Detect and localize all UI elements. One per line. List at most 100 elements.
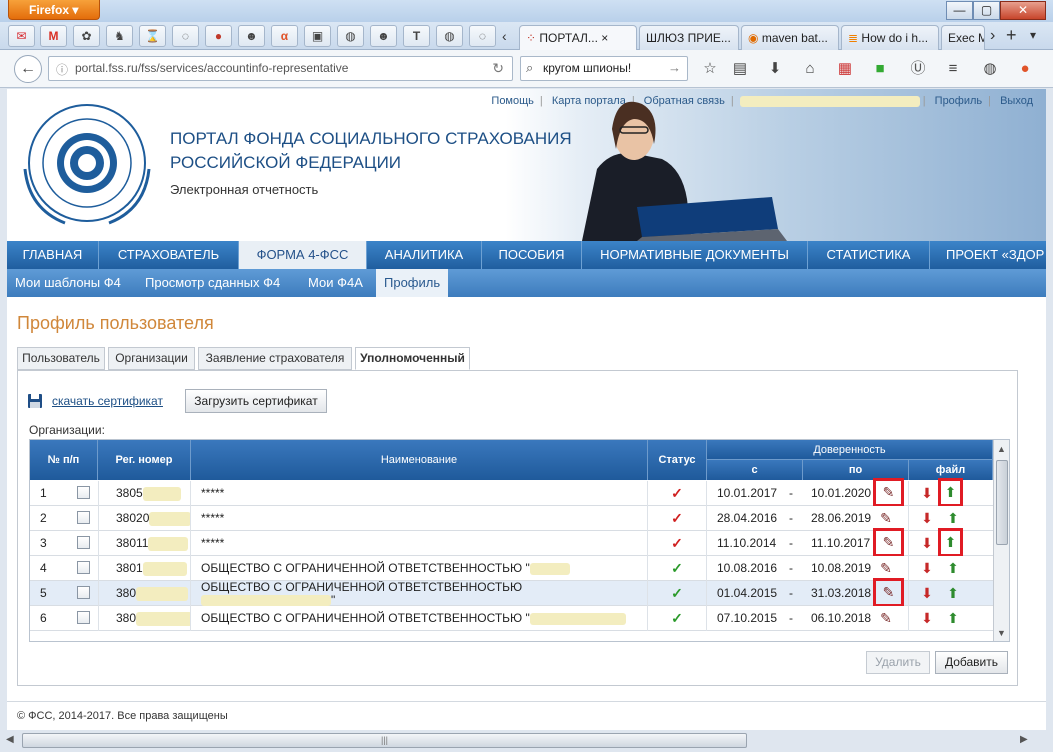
info-icon[interactable]: ⓘ — [56, 61, 68, 78]
search-input[interactable]: ⌕ кругом шпионы! → — [520, 56, 688, 81]
upload-file-icon[interactable]: ⬆ — [943, 609, 963, 628]
reload-icon[interactable]: ↻ — [492, 60, 504, 77]
tab-list-chevron-down-icon[interactable]: ▾ — [1030, 28, 1036, 42]
table-row[interactable]: 1 3805 ***** ✓ 10.01.2017 - 10.01.2020 ✎… — [30, 478, 993, 507]
bookmark-star-icon[interactable]: ☆ — [700, 60, 720, 78]
row-checkbox[interactable] — [77, 536, 90, 549]
nav-insurer[interactable]: СТРАХОВАТЕЛЬ — [99, 241, 239, 269]
nav-project-health[interactable]: ПРОЕКТ «ЗДОР — [930, 241, 1046, 269]
home-icon[interactable]: ⌂ — [800, 60, 820, 78]
subnav-view-submitted[interactable]: Просмотр сданных Ф4 — [137, 269, 288, 297]
scroll-right-icon[interactable]: ▶ — [1020, 734, 1028, 745]
download-file-icon[interactable]: ⬇ — [917, 534, 937, 553]
search-go-arrow-icon[interactable]: → — [668, 60, 681, 75]
downloads-arrow-icon[interactable]: ⬇ — [765, 60, 785, 78]
pinned-tab-chess-icon[interactable]: ♞ — [106, 25, 133, 47]
edit-proxy-icon[interactable]: ✎ — [876, 609, 896, 628]
download-file-icon[interactable]: ⬇ — [917, 584, 937, 603]
edit-proxy-icon[interactable]: ✎ — [876, 509, 896, 528]
page-horizontal-scrollbar[interactable]: ◀ ||| ▶ — [0, 730, 1053, 752]
download-file-icon[interactable]: ⬇ — [917, 509, 937, 528]
edit-proxy-icon[interactable]: ✎ — [873, 528, 904, 557]
floppy-save-icon[interactable] — [27, 393, 43, 409]
nav-form-4fss[interactable]: ФОРМА 4-ФСС — [239, 241, 367, 269]
pinned-tab-image-icon[interactable]: ▣ — [304, 25, 331, 47]
table-row[interactable]: 6 380 ОБЩЕСТВО С ОГРАНИЧЕННОЙ ОТВЕТСТВЕН… — [30, 606, 993, 631]
nav-main[interactable]: ГЛАВНАЯ — [7, 241, 99, 269]
upload-file-icon[interactable]: ⬆ — [938, 478, 963, 507]
tabs-scroll-right-icon[interactable]: › — [990, 27, 995, 45]
upload-file-icon[interactable]: ⬆ — [943, 509, 963, 528]
close-window-button[interactable]: ✕ — [1000, 1, 1046, 20]
addon-green-icon[interactable]: ■ — [870, 60, 890, 78]
scroll-down-icon[interactable]: ▼ — [997, 628, 1006, 638]
upload-file-icon[interactable]: ⬆ — [943, 559, 963, 578]
edit-proxy-icon[interactable]: ✎ — [873, 478, 904, 507]
table-row[interactable]: 3 38011 ***** ✓ 11.10.2014 - 11.10.2017 … — [30, 528, 993, 557]
tab-maven[interactable]: ◉ maven bat... — [741, 25, 839, 50]
row-checkbox[interactable] — [77, 511, 90, 524]
row-checkbox[interactable] — [77, 611, 90, 624]
upload-file-icon[interactable]: ⬆ — [938, 528, 963, 557]
pinned-tab-user-icon[interactable]: ☻ — [238, 25, 265, 47]
add-button[interactable]: Добавить — [935, 651, 1008, 674]
download-file-icon[interactable]: ⬇ — [917, 559, 937, 578]
addon-u-icon[interactable]: Ⓤ — [908, 60, 928, 78]
scroll-up-icon[interactable]: ▲ — [997, 444, 1006, 454]
delete-button[interactable]: Удалить — [866, 651, 930, 674]
pinned-tab-globe-icon[interactable]: ◍ — [337, 25, 364, 47]
tabs-scroll-left-icon[interactable]: ‹ — [502, 28, 516, 44]
pinned-tab-mail-icon[interactable]: ✉ — [8, 25, 35, 47]
pinned-tab-hourglass-icon[interactable]: ⌛ — [139, 25, 166, 47]
url-input[interactable]: ⓘ portal.fss.ru/fss/services/accountinfo… — [48, 56, 513, 81]
nav-benefits[interactable]: ПОСОБИЯ — [482, 241, 582, 269]
tab-user[interactable]: Пользователь — [17, 347, 105, 370]
duckduckgo-icon[interactable]: ● — [1015, 60, 1035, 78]
table-row[interactable]: 5 380 ОБЩЕСТВО С ОГРАНИЧЕННОЙ ОТВЕТСТВЕН… — [30, 578, 993, 607]
edit-proxy-icon[interactable]: ✎ — [876, 559, 896, 578]
tab-exec[interactable]: Exec M — [941, 25, 985, 50]
addon-globe-icon[interactable]: ◍ — [980, 60, 1000, 78]
edit-proxy-icon[interactable]: ✎ — [873, 578, 904, 607]
pinned-tab-puzzle-icon[interactable]: ✿ — [73, 25, 100, 47]
tab-portal[interactable]: ⁘ ПОРТАЛ... × — [519, 25, 637, 51]
back-arrow-icon[interactable]: ← — [14, 55, 42, 83]
firefox-menu-button[interactable]: Firefox ▾ — [8, 0, 100, 20]
nav-analytics[interactable]: АНАЛИТИКА — [367, 241, 482, 269]
row-checkbox[interactable] — [77, 561, 90, 574]
tab-insurer-application[interactable]: Заявление страхователя — [198, 347, 352, 370]
subnav-my-f4a[interactable]: Мои Ф4А — [300, 269, 371, 297]
row-checkbox[interactable] — [77, 586, 90, 599]
nav-regulatory-docs[interactable]: НОРМАТИВНЫЕ ДОКУМЕНТЫ — [582, 241, 808, 269]
maximize-button[interactable]: ▢ — [973, 1, 1000, 20]
close-tab-icon[interactable]: × — [601, 31, 608, 45]
tab-authorized[interactable]: Уполномоченный — [355, 347, 470, 370]
new-tab-icon[interactable]: + — [1006, 25, 1017, 46]
tab-gateway[interactable]: ШЛЮЗ ПРИЕ... — [639, 25, 739, 50]
pinned-tab-badge-icon[interactable]: ● — [205, 25, 232, 47]
subnav-my-templates[interactable]: Мои шаблоны Ф4 — [7, 269, 129, 297]
minimize-button[interactable]: — — [946, 1, 973, 20]
upload-certificate-button[interactable]: Загрузить сертификат — [185, 389, 327, 413]
tab-organizations[interactable]: Организации — [108, 347, 195, 370]
menu-lines-icon[interactable]: ≡ — [943, 60, 963, 78]
pinned-tab-text-icon[interactable]: T — [403, 25, 430, 47]
table-vertical-scrollbar[interactable]: ▲ ▼ — [993, 440, 1009, 641]
nav-statistics[interactable]: СТАТИСТИКА — [808, 241, 930, 269]
upload-file-icon[interactable]: ⬆ — [943, 584, 963, 603]
horizontal-scroll-thumb[interactable]: ||| — [22, 733, 747, 748]
scroll-thumb[interactable] — [996, 460, 1008, 545]
download-certificate-link[interactable]: скачать сертификат — [52, 394, 163, 408]
link-help[interactable]: Помощь — [488, 95, 537, 107]
pinned-tab-swirl-icon[interactable]: ◌ — [172, 25, 199, 47]
tab-howdo[interactable]: ≣ How do i h... — [841, 25, 939, 50]
addon-color-icon[interactable]: ▦ — [835, 60, 855, 78]
download-file-icon[interactable]: ⬇ — [917, 609, 937, 628]
table-row[interactable]: 2 38020 ***** ✓ 28.04.2016 - 28.06.2019 … — [30, 506, 993, 531]
pinned-tab-alpha-icon[interactable]: α — [271, 25, 298, 47]
link-profile[interactable]: Профиль — [932, 95, 986, 107]
table-row[interactable]: 4 3801 ОБЩЕСТВО С ОГРАНИЧЕННОЙ ОТВЕТСТВЕ… — [30, 556, 993, 581]
link-logout[interactable]: Выход — [997, 95, 1036, 107]
download-file-icon[interactable]: ⬇ — [917, 484, 937, 503]
pinned-tab-user2-icon[interactable]: ☻ — [370, 25, 397, 47]
